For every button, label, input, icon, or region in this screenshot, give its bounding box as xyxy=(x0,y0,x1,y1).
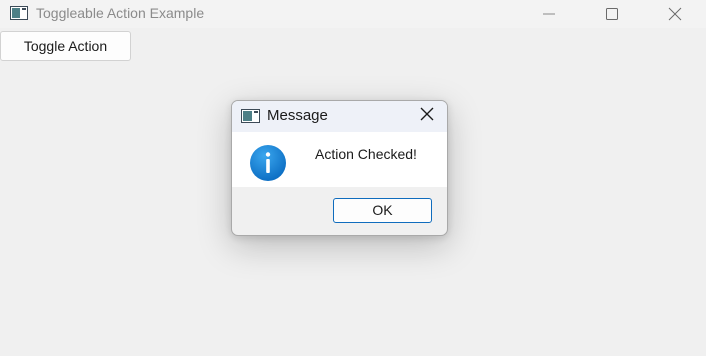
dialog-title: Message xyxy=(267,107,328,124)
dialog-app-icon xyxy=(241,109,260,123)
dialog-body: Action Checked! xyxy=(232,132,447,187)
window-titlebar[interactable]: Toggleable Action Example xyxy=(0,0,706,28)
toggle-action-button[interactable]: Toggle Action xyxy=(0,31,131,61)
close-icon xyxy=(420,107,434,126)
dialog-titlebar[interactable]: Message xyxy=(232,101,447,132)
minimize-icon xyxy=(543,8,555,20)
maximize-icon xyxy=(606,8,618,20)
dialog-message: Action Checked! xyxy=(315,146,417,162)
message-dialog: Message Action Checked! OK xyxy=(231,100,448,236)
minimize-button[interactable] xyxy=(526,0,572,28)
app-window-icon xyxy=(10,6,28,20)
info-icon xyxy=(246,144,290,182)
ok-button[interactable]: OK xyxy=(333,198,432,223)
window-title: Toggleable Action Example xyxy=(36,5,205,21)
close-button[interactable] xyxy=(652,0,698,28)
maximize-button[interactable] xyxy=(589,0,635,28)
close-icon xyxy=(668,7,682,21)
dialog-close-button[interactable] xyxy=(413,104,441,128)
